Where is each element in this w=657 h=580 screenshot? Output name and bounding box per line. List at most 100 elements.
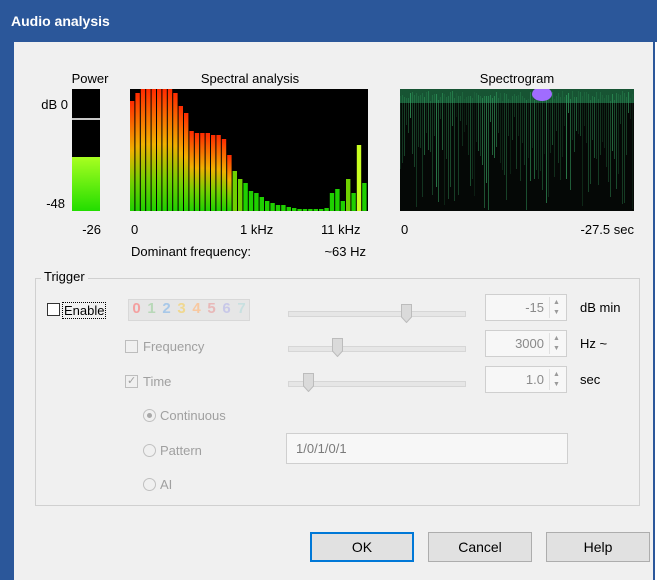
radio-selected-dot bbox=[147, 413, 152, 418]
spectrogram-stripe bbox=[450, 92, 451, 187]
spectrum-bar bbox=[265, 201, 270, 211]
enable-label[interactable]: Enable bbox=[62, 302, 107, 319]
frequency-spin-value: 3000 bbox=[515, 336, 544, 351]
spectrum-bars bbox=[130, 89, 367, 211]
spectrum-bar bbox=[216, 135, 221, 211]
spectrogram-stripe bbox=[414, 95, 415, 167]
db-unit: dB min bbox=[580, 300, 621, 315]
spectrogram-stripe bbox=[530, 92, 531, 181]
db-slider-track[interactable] bbox=[288, 311, 466, 317]
spectrogram-stripe bbox=[446, 97, 447, 159]
spectrogram-stripe bbox=[422, 93, 423, 197]
spectrogram-stripe bbox=[474, 92, 475, 196]
trigger-digit: 6 bbox=[222, 300, 231, 317]
spectral-tick-mid: 1 kHz bbox=[240, 222, 274, 237]
spectrum-bar bbox=[340, 201, 345, 211]
spectrogram-stripe bbox=[614, 100, 615, 159]
spin-up-icon[interactable]: ▲ bbox=[553, 371, 560, 378]
spectrogram-stripe bbox=[458, 96, 459, 195]
spectrogram-stripe bbox=[594, 97, 595, 158]
spectrogram-stripe bbox=[582, 96, 583, 206]
frequency-slider-thumb[interactable] bbox=[332, 338, 343, 357]
pattern-label[interactable]: Pattern bbox=[160, 443, 202, 458]
spectrogram-stripe bbox=[454, 98, 455, 201]
continuous-label[interactable]: Continuous bbox=[160, 408, 226, 423]
spectrogram-tick-left: 0 bbox=[401, 222, 409, 237]
spectrum-bar bbox=[151, 89, 156, 211]
time-spin-value: 1.0 bbox=[525, 372, 544, 387]
trigger-digit: 5 bbox=[207, 300, 216, 317]
title-bar[interactable]: Audio analysis bbox=[0, 0, 657, 42]
trigger-legend: Trigger bbox=[41, 269, 88, 284]
spectrum-bar bbox=[335, 189, 340, 211]
spectrum-bar bbox=[184, 113, 189, 211]
frequency-label[interactable]: Frequency bbox=[143, 339, 204, 354]
spectrogram-stripe bbox=[522, 96, 523, 143]
dominant-frequency-value: ~63 Hz bbox=[324, 244, 366, 259]
spectrum-bar bbox=[329, 193, 335, 211]
db-spinbox[interactable]: -15 ▲ ▼ bbox=[485, 294, 567, 321]
spectrogram-stripe bbox=[574, 97, 575, 152]
frequency-slider-track[interactable] bbox=[288, 346, 466, 352]
spectrogram-tick-right: -27.5 sec bbox=[580, 222, 634, 237]
spin-up-icon[interactable]: ▲ bbox=[553, 299, 560, 306]
ai-label[interactable]: AI bbox=[160, 477, 172, 492]
time-label[interactable]: Time bbox=[143, 374, 171, 389]
spectrogram-stripe bbox=[484, 96, 485, 208]
frequency-checkbox[interactable] bbox=[125, 340, 138, 353]
spectrogram-stripe bbox=[464, 99, 465, 132]
power-bottom-label: -48 bbox=[46, 196, 65, 211]
time-slider-track[interactable] bbox=[288, 381, 466, 387]
spectrum-bar bbox=[189, 131, 194, 211]
checkmark-icon: ✓ bbox=[127, 375, 137, 387]
spin-up-icon[interactable]: ▲ bbox=[553, 335, 560, 342]
spin-down-icon[interactable]: ▼ bbox=[553, 345, 560, 352]
spectrum-bar bbox=[351, 193, 356, 211]
spectrogram-stripe bbox=[632, 94, 633, 209]
spin-down-icon[interactable]: ▼ bbox=[553, 381, 560, 388]
spectrogram-stripe bbox=[516, 96, 517, 169]
spectrogram-stripe bbox=[416, 93, 417, 207]
spectrum-bar bbox=[308, 209, 313, 211]
spectrum-bar bbox=[130, 101, 135, 211]
pattern-radio[interactable] bbox=[143, 444, 156, 457]
spectral-tick-right: 11 kHz bbox=[321, 222, 361, 237]
time-spinbox[interactable]: 1.0 ▲ ▼ bbox=[485, 366, 567, 393]
power-value: -26 bbox=[82, 222, 101, 237]
spectrogram-stripe bbox=[590, 100, 591, 184]
spectrogram-stripe bbox=[508, 99, 509, 136]
time-spin-arrows[interactable]: ▲ ▼ bbox=[549, 369, 564, 390]
cancel-button[interactable]: Cancel bbox=[428, 532, 532, 562]
ok-button[interactable]: OK bbox=[310, 532, 414, 562]
spectrum-bar bbox=[140, 89, 146, 211]
spin-down-icon[interactable]: ▼ bbox=[553, 309, 560, 316]
frequency-spin-arrows[interactable]: ▲ ▼ bbox=[549, 333, 564, 354]
frequency-spinbox[interactable]: 3000 ▲ ▼ bbox=[485, 330, 567, 357]
spectrogram-stripe bbox=[608, 95, 609, 182]
db-spin-arrows[interactable]: ▲ ▼ bbox=[549, 297, 564, 318]
help-button[interactable]: Help bbox=[546, 532, 650, 562]
time-checkbox[interactable]: ✓ bbox=[125, 375, 138, 388]
window-title: Audio analysis bbox=[11, 13, 110, 29]
spectrogram-stripe bbox=[536, 94, 537, 170]
ai-radio[interactable] bbox=[143, 478, 156, 491]
enable-checkbox[interactable] bbox=[47, 303, 60, 316]
spectrum-bar bbox=[275, 205, 281, 211]
spectrogram-stripe bbox=[468, 96, 469, 155]
spectrogram-panel bbox=[400, 87, 634, 211]
spectrogram-stripe bbox=[430, 101, 431, 152]
db-slider-thumb[interactable] bbox=[401, 304, 412, 323]
pattern-input[interactable]: 1/0/1/0/1 bbox=[286, 433, 568, 464]
spectrum-bar bbox=[313, 209, 318, 211]
spectrum-bar bbox=[248, 191, 254, 211]
frequency-unit: Hz ~ bbox=[580, 336, 608, 351]
power-heading: Power bbox=[71, 71, 109, 86]
spectrogram-stripe bbox=[408, 98, 409, 133]
spectrum-bar bbox=[167, 89, 173, 211]
spectrogram-stripe bbox=[566, 95, 567, 179]
spectrogram-stripe bbox=[448, 96, 449, 199]
time-slider-thumb[interactable] bbox=[303, 373, 314, 392]
spectrogram-stripe bbox=[520, 92, 521, 181]
spectrogram-stripe bbox=[432, 95, 433, 195]
continuous-radio[interactable] bbox=[143, 409, 156, 422]
